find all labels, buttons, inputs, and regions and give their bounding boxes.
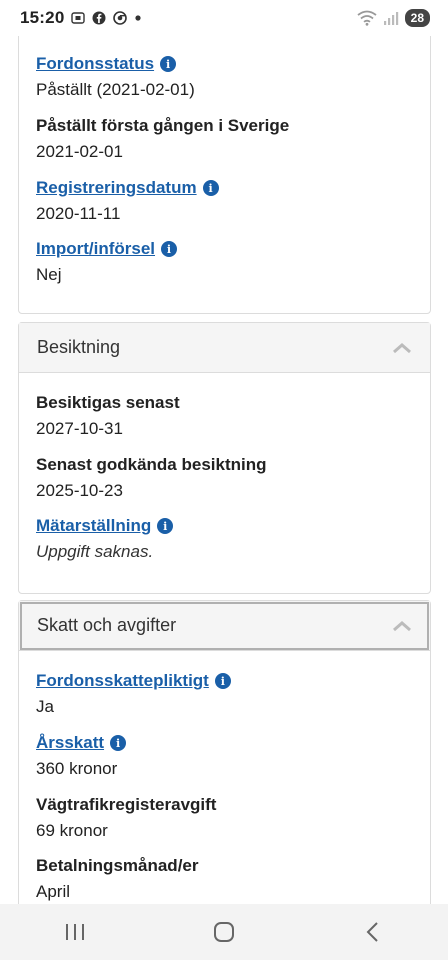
home-button[interactable] — [194, 912, 254, 952]
inspect-by-label: Besiktigas senast — [36, 393, 180, 412]
page-content[interactable]: Fordonsstatus i Påställt (2021-02-01) På… — [0, 36, 448, 904]
battery-indicator: 28 — [404, 9, 430, 27]
import-link[interactable]: Import/införsel — [36, 239, 155, 259]
notification-dot-icon — [135, 15, 142, 21]
annual-tax-link[interactable]: Årsskatt — [36, 733, 104, 753]
field-last-approved: Senast godkända besiktning 2025-10-23 — [36, 455, 267, 501]
home-icon — [213, 922, 234, 942]
vehicle-status-card: Fordonsstatus i Påställt (2021-02-01) På… — [18, 36, 431, 314]
field-road-traffic-fee: Vägtrafikregisteravgift 69 kronor — [36, 795, 216, 841]
field-vehicle-tax-liable: Fordonsskattepliktigt i Ja — [36, 671, 231, 717]
import-value: Nej — [36, 265, 62, 284]
tax-header[interactable]: Skatt och avgifter — [19, 601, 430, 651]
chrome-icon — [113, 11, 128, 25]
back-icon — [366, 922, 379, 942]
back-button[interactable] — [343, 912, 403, 952]
facebook-icon — [92, 11, 106, 25]
field-vehicle-status: Fordonsstatus i Påställt (2021-02-01) — [36, 54, 195, 100]
last-approved-value: 2025-10-23 — [36, 481, 123, 500]
system-nav-bar — [0, 904, 448, 960]
payment-month-label: Betalningsmånad/er — [36, 856, 199, 875]
odometer-value: Uppgift saknas. — [36, 542, 154, 561]
recent-apps-button[interactable] — [45, 912, 105, 952]
signal-icon — [383, 12, 398, 25]
chevron-up-icon[interactable] — [392, 620, 412, 632]
first-registration-label: Påställt första gången i Sverige — [36, 116, 290, 135]
field-inspect-by: Besiktigas senast 2027-10-31 — [36, 393, 180, 439]
vehicle-tax-liable-link[interactable]: Fordonsskattepliktigt — [36, 671, 209, 691]
recent-apps-icon — [65, 924, 84, 940]
chevron-up-icon[interactable] — [392, 342, 412, 354]
info-icon[interactable]: i — [160, 56, 177, 72]
registration-date-link[interactable]: Registreringsdatum — [36, 178, 197, 198]
registration-date-value: 2020-11-11 — [36, 204, 121, 223]
vehicle-status-link[interactable]: Fordonsstatus — [36, 54, 154, 74]
inspection-header[interactable]: Besiktning — [19, 323, 430, 373]
field-first-registration-sweden: Påställt första gången i Sverige 2021-02… — [36, 116, 289, 162]
payment-month-value: April — [36, 882, 71, 901]
annual-tax-value: 360 kronor — [36, 759, 118, 778]
first-registration-value: 2021-02-01 — [36, 142, 123, 161]
last-approved-label: Senast godkända besiktning — [36, 455, 267, 474]
odometer-link[interactable]: Mätarställning — [36, 516, 151, 536]
field-annual-tax: Årsskatt i 360 kronor — [36, 733, 127, 779]
info-icon[interactable]: i — [214, 673, 231, 689]
tax-card: Skatt och avgifter Fordonsskattepliktigt… — [18, 600, 431, 904]
screenshot-icon — [71, 12, 86, 24]
inspection-card: Besiktning Besiktigas senast 2027-10-31 … — [18, 322, 431, 594]
field-import: Import/införsel i Nej — [36, 239, 178, 285]
vehicle-status-value: Påställt (2021-02-01) — [36, 80, 195, 99]
status-bar: 15:20 28 — [0, 0, 448, 36]
field-payment-month: Betalningsmånad/er April — [36, 856, 199, 902]
road-traffic-fee-value: 69 kronor — [36, 821, 108, 840]
vehicle-tax-liable-value: Ja — [36, 697, 54, 716]
info-icon[interactable]: i — [110, 735, 127, 751]
field-registration-date: Registreringsdatum i 2020-11-11 — [36, 178, 219, 224]
inspection-title: Besiktning — [37, 337, 121, 357]
field-odometer: Mätarställning i Uppgift saknas. — [36, 516, 174, 562]
info-icon[interactable]: i — [202, 180, 219, 196]
tax-title: Skatt och avgifter — [37, 615, 177, 635]
info-icon[interactable]: i — [161, 241, 178, 257]
info-icon[interactable]: i — [157, 518, 174, 534]
road-traffic-fee-label: Vägtrafikregisteravgift — [36, 795, 217, 814]
wifi-icon — [357, 10, 377, 26]
status-time: 15:20 — [20, 8, 65, 27]
inspect-by-value: 2027-10-31 — [36, 419, 123, 438]
